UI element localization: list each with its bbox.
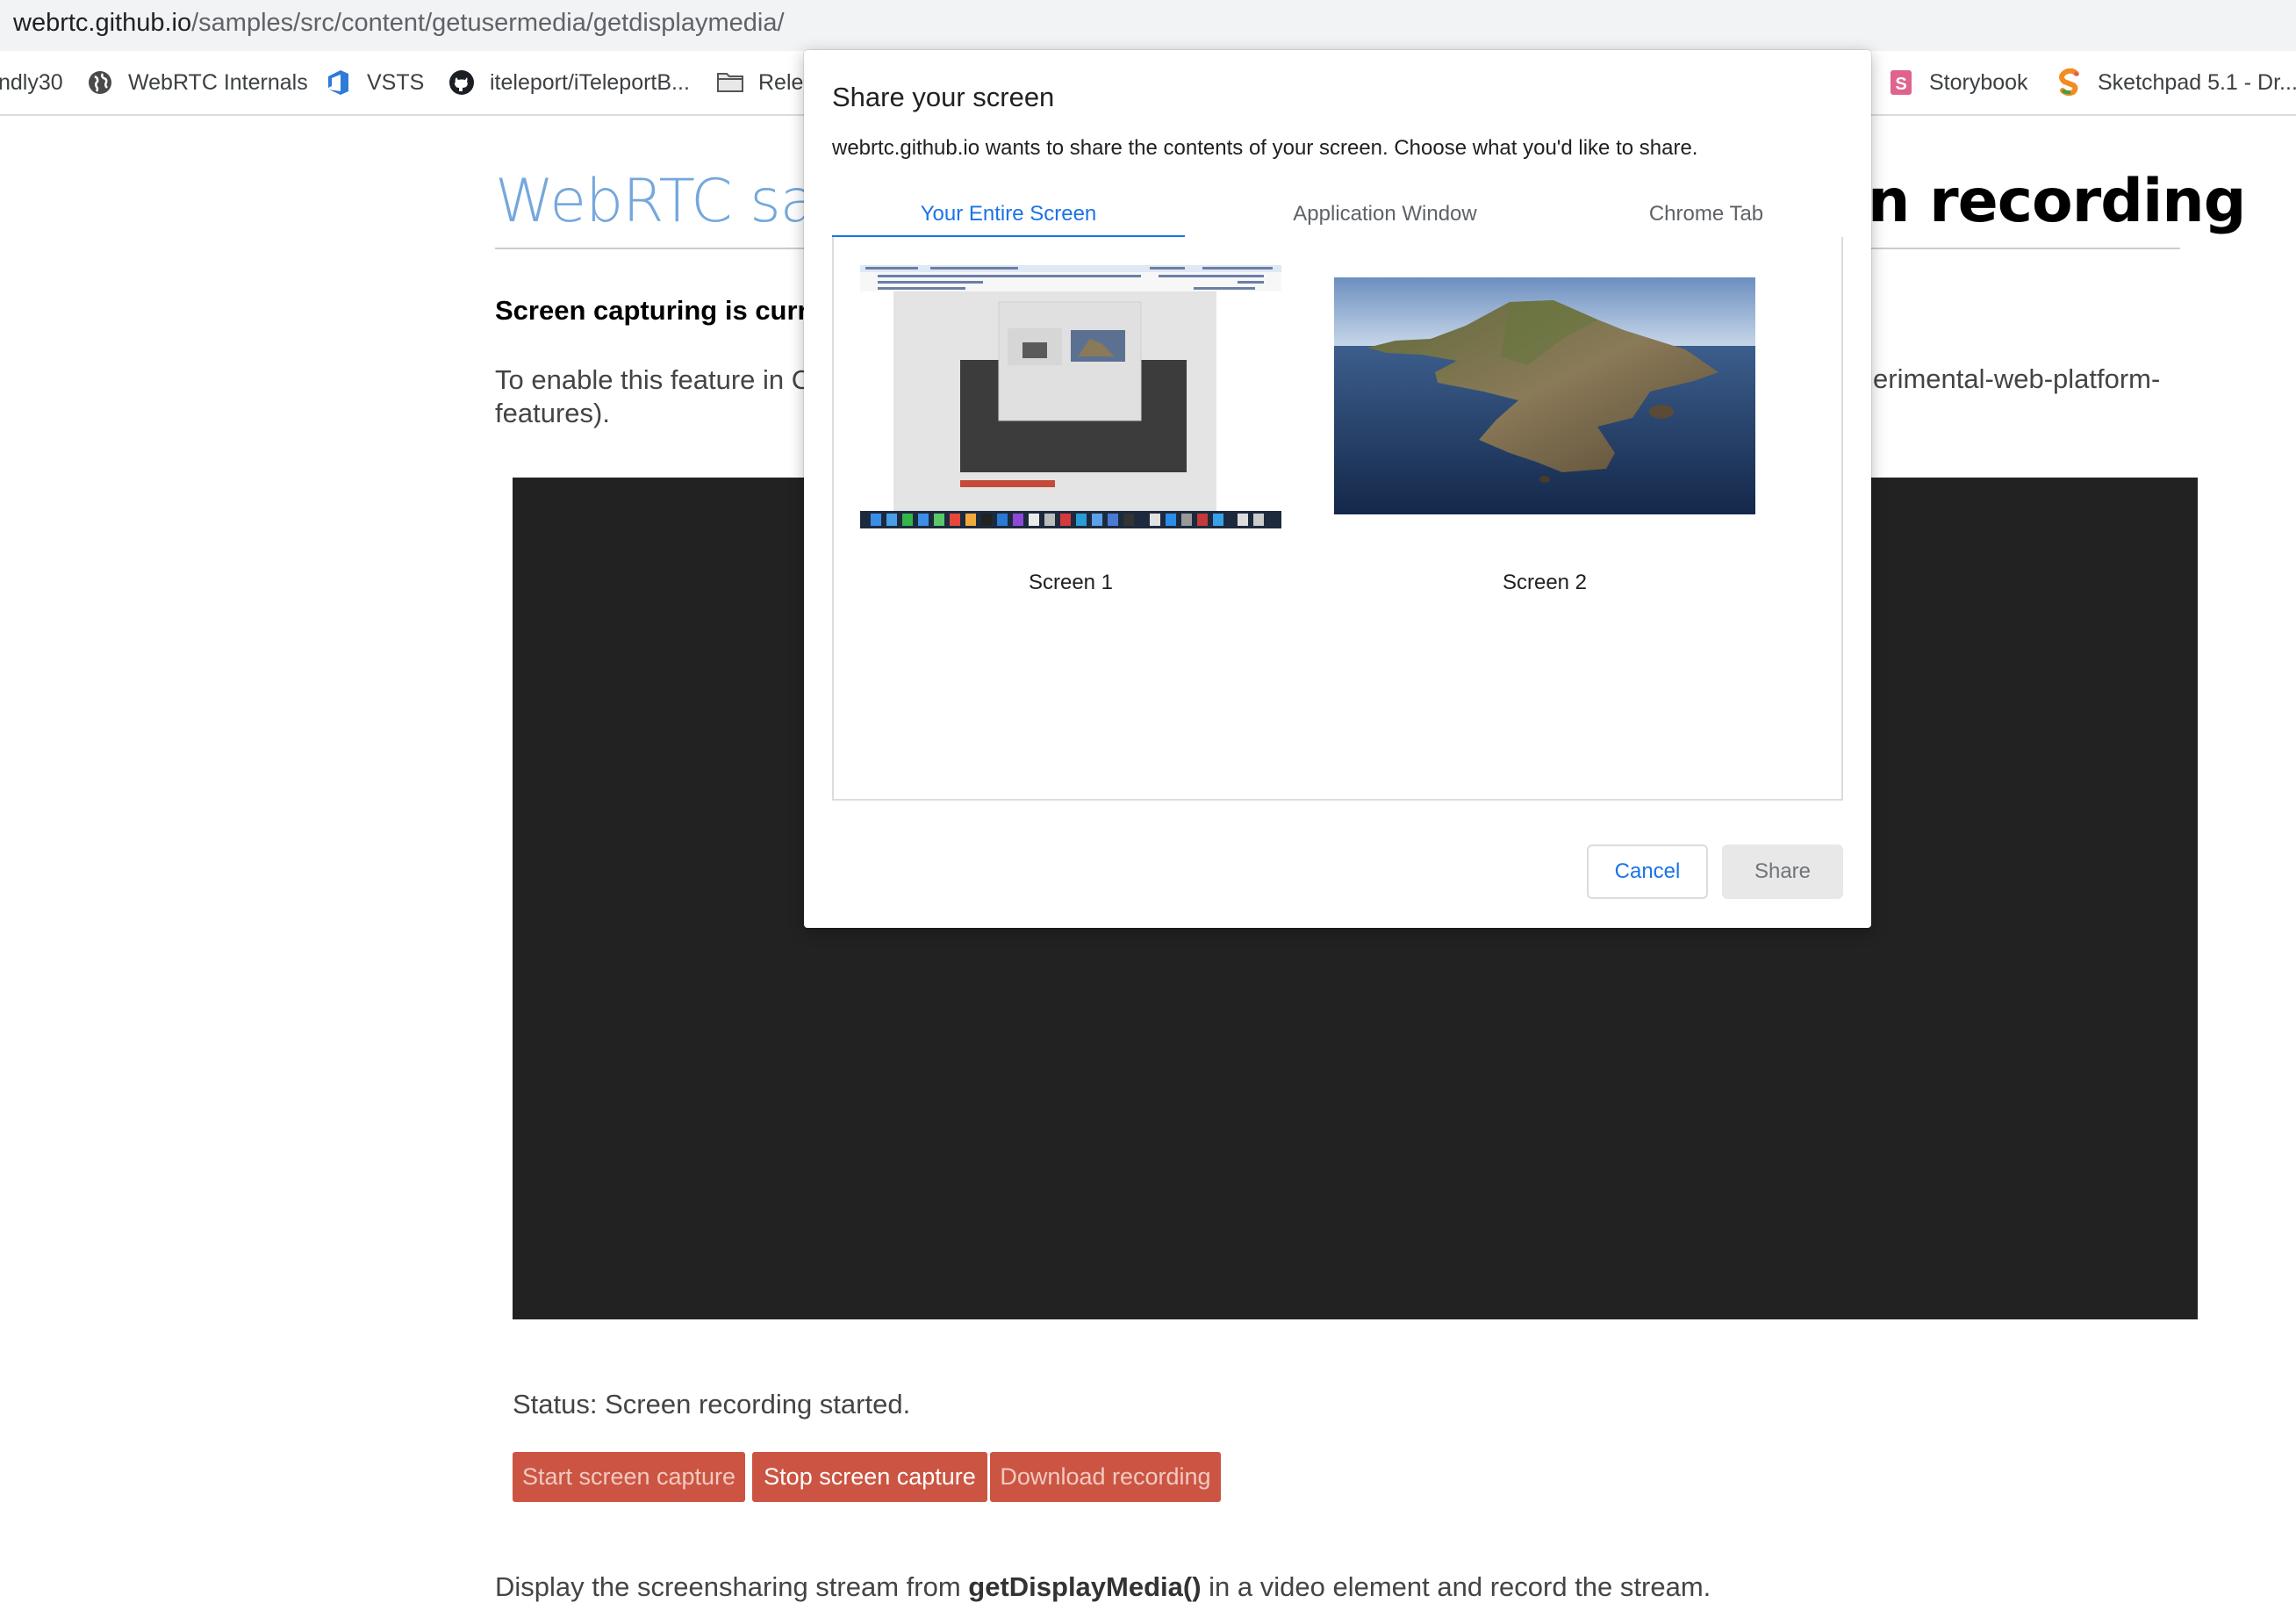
bookmark-label: iteleport/iTeleportB...	[490, 69, 690, 95]
bookmark-folder[interactable]: Relea	[716, 67, 815, 98]
github-icon	[448, 68, 476, 97]
source-screen-2[interactable]: Screen 2	[1334, 265, 1755, 616]
bookmark-item[interactable]: ndly30	[0, 67, 63, 98]
bookmark-label: WebRTC Internals	[128, 69, 308, 95]
status-text: Status: Screen recording started.	[513, 1389, 911, 1419]
enable-instructions: To enable this feature in C features).	[495, 363, 811, 430]
stop-capture-button[interactable]: Stop screen capture	[752, 1452, 987, 1502]
storybook-icon: S	[1887, 68, 1915, 97]
svg-text:S: S	[1895, 75, 1906, 94]
download-recording-button[interactable]: Download recording	[990, 1452, 1221, 1502]
tab-entire-screen[interactable]: Your Entire Screen	[832, 190, 1185, 237]
url-host: webrtc.github.io	[13, 9, 192, 37]
url-text[interactable]: webrtc.github.io/samples/src/content/get…	[13, 9, 785, 38]
description-text-end: in a video element and record the stream…	[1201, 1571, 1711, 1602]
url-path: /samples/src/content/getusermedia/getdis…	[191, 9, 785, 37]
enable-line-1: To enable this feature in C	[495, 364, 812, 395]
description-code: getDisplayMedia()	[968, 1571, 1202, 1602]
page-title-continued: n recording	[1868, 167, 2246, 236]
warning-text: Screen capturing is curre	[495, 295, 823, 326]
source-list: Screen 1 Screen 2	[832, 237, 1843, 801]
enable-line-2: features).	[495, 398, 610, 428]
address-bar[interactable]: webrtc.github.io/samples/src/content/get…	[0, 0, 2296, 51]
share-screen-dialog: Share your screen webrtc.github.io wants…	[804, 50, 1871, 928]
bookmark-sketchpad[interactable]: Sketchpad 5.1 - Dr...	[2056, 67, 2296, 98]
bookmark-vsts[interactable]: VSTS	[325, 67, 424, 98]
screen-2-thumbnail	[1334, 277, 1755, 514]
globe-icon	[86, 68, 114, 97]
bookmark-label: Storybook	[1929, 69, 2028, 95]
source-screen-1[interactable]: Screen 1	[860, 265, 1281, 616]
screen-1-thumbnail	[860, 265, 1281, 528]
screen-1-label: Screen 1	[1028, 571, 1114, 594]
share-button[interactable]: Share	[1722, 844, 1843, 899]
enable-line-1-continued[interactable]: erimental-web-platform-	[1873, 363, 2160, 395]
bookmark-github[interactable]: iteleport/iTeleportB...	[448, 67, 690, 98]
bookmark-storybook[interactable]: S Storybook	[1887, 67, 2028, 98]
cancel-button[interactable]: Cancel	[1587, 844, 1708, 899]
bookmark-label: VSTS	[367, 69, 425, 95]
tab-application-window[interactable]: Application Window	[1201, 190, 1569, 237]
folder-icon	[716, 68, 744, 97]
bookmark-label: Sketchpad 5.1 - Dr...	[2098, 69, 2296, 95]
page-title: WebRTC san	[495, 167, 853, 236]
sketchpad-icon	[2056, 68, 2084, 97]
start-capture-button[interactable]: Start screen capture	[513, 1452, 745, 1502]
bookmark-label: ndly30	[0, 69, 63, 95]
screen-2-label: Screen 2	[1502, 571, 1588, 594]
page-description: Display the screensharing stream from ge…	[495, 1571, 1711, 1603]
description-text: Display the screensharing stream from	[495, 1571, 969, 1602]
azure-devops-icon	[325, 68, 353, 97]
dialog-description: webrtc.github.io wants to share the cont…	[832, 136, 1698, 160]
tab-chrome-tab[interactable]: Chrome Tab	[1569, 190, 1843, 237]
source-tabs: Your Entire Screen Application Window Ch…	[832, 190, 1843, 240]
bookmark-webrtc-internals[interactable]: WebRTC Internals	[86, 67, 308, 98]
dialog-title: Share your screen	[832, 82, 1055, 112]
